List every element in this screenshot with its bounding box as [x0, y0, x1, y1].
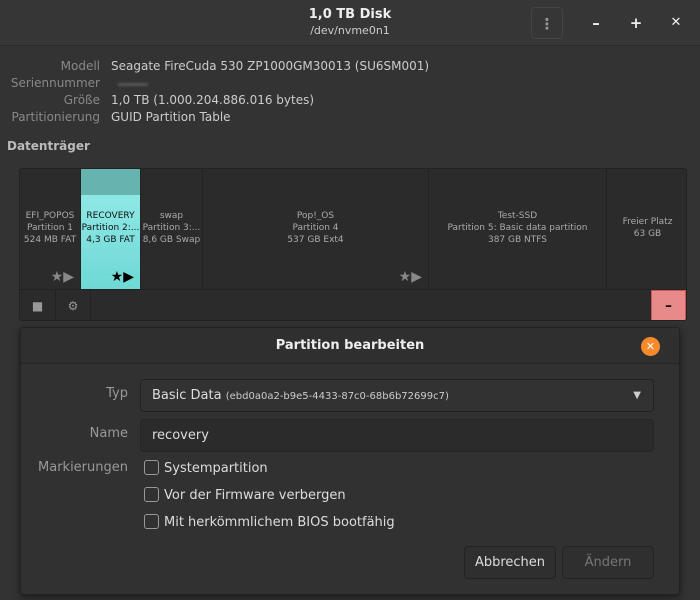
partition-size: 8,6 GB Swap — [142, 235, 201, 245]
partition-efi[interactable]: EFI_POPOS Partition 1 524 MB FAT ★▶ — [20, 169, 81, 289]
partition-recovery[interactable]: RECOVERY Partition 2:... 4,3 GB FAT ★▶ — [81, 169, 141, 289]
partition-map: EFI_POPOS Partition 1 524 MB FAT ★▶ RECOVE… — [19, 168, 687, 321]
title-bar: 1,0 TB Disk /dev/nvme0n1 ⋮ – + ✕ — [0, 0, 700, 46]
type-guid: (ebd0a0a2-b9e5-4433-87c0-68b6b72699c7) — [225, 391, 449, 402]
section-title: Datenträger — [7, 139, 90, 153]
edit-partition-dialog: Partition bearbeiten ✕ Typ Basic Data (e… — [20, 327, 680, 595]
close-icon[interactable]: ✕ — [641, 337, 660, 356]
partition-size: 537 GB Ext4 — [287, 235, 344, 245]
star-play-icon: ★▶ — [50, 269, 74, 285]
name-label: Name — [89, 426, 128, 441]
checkbox[interactable] — [144, 460, 159, 475]
apply-button[interactable]: Ändern — [562, 546, 654, 579]
partition-desc: Partition 2:... — [81, 223, 140, 233]
partition-desc: Partition 5: Basic data partition — [447, 223, 588, 233]
partition-name: Test-SSD — [497, 211, 538, 221]
star-play-icon: ★▶ — [110, 269, 134, 285]
flags-label: Markierungen — [38, 460, 128, 475]
flag-system-partition[interactable]: Systempartition — [144, 460, 268, 477]
cancel-button[interactable]: Abbrechen — [464, 546, 556, 579]
maximize-button[interactable]: + — [620, 7, 652, 39]
checkbox[interactable] — [144, 487, 159, 502]
dialog-title: Partition bearbeiten — [21, 328, 679, 364]
partition-name: EFI_POPOS — [25, 211, 75, 221]
stop-icon[interactable]: ■ — [20, 290, 56, 320]
menu-button[interactable]: ⋮ — [531, 7, 563, 39]
partition-desc: Partition 3:... — [142, 223, 201, 233]
settings-icon[interactable]: ⚙ — [56, 290, 91, 320]
delete-partition-button[interactable]: – — [651, 290, 686, 320]
partition-size: 524 MB FAT — [23, 235, 77, 245]
serial-blurred — [118, 83, 148, 86]
partition-name: Freier Platz — [622, 217, 673, 227]
close-button[interactable]: ✕ — [660, 7, 692, 39]
flag-hide-from-firmware[interactable]: Vor der Firmware verbergen — [144, 487, 346, 504]
type-label: Typ — [106, 386, 128, 401]
partition-popos[interactable]: Pop!_OS Partition 4 537 GB Ext4 ★▶ — [203, 169, 429, 289]
name-input[interactable]: recovery — [140, 419, 654, 452]
partition-size: 63 GB — [633, 229, 662, 239]
partition-desc: Partition 4 — [292, 223, 339, 233]
partition-name: swap — [159, 211, 184, 221]
partition-name: RECOVERY — [86, 211, 135, 221]
partition-name: Pop!_OS — [296, 211, 335, 221]
flag-legacy-bios-bootable[interactable]: Mit herkömmlichem BIOS bootfähig — [144, 514, 395, 531]
star-play-icon: ★▶ — [398, 269, 422, 285]
partition-toolbar: ■ ⚙ – — [20, 289, 686, 320]
free-space[interactable]: Freier Platz 63 GB — [607, 169, 686, 289]
partition-test-ssd[interactable]: Test-SSD Partition 5: Basic data partitio… — [429, 169, 607, 289]
chevron-down-icon: ▼ — [633, 390, 641, 401]
type-value: Basic Data — [152, 388, 222, 403]
partition-swap[interactable]: swap Partition 3:... 8,6 GB Swap — [141, 169, 203, 289]
partition-desc: Partition 1 — [26, 223, 74, 233]
minimize-button[interactable]: – — [580, 7, 612, 39]
partition-size: 387 GB NTFS — [487, 235, 547, 245]
checkbox[interactable] — [144, 514, 159, 529]
partition-size: 4,3 GB FAT — [86, 235, 135, 245]
type-select[interactable]: Basic Data (ebd0a0a2-b9e5-4433-87c0-68b6… — [140, 379, 654, 412]
